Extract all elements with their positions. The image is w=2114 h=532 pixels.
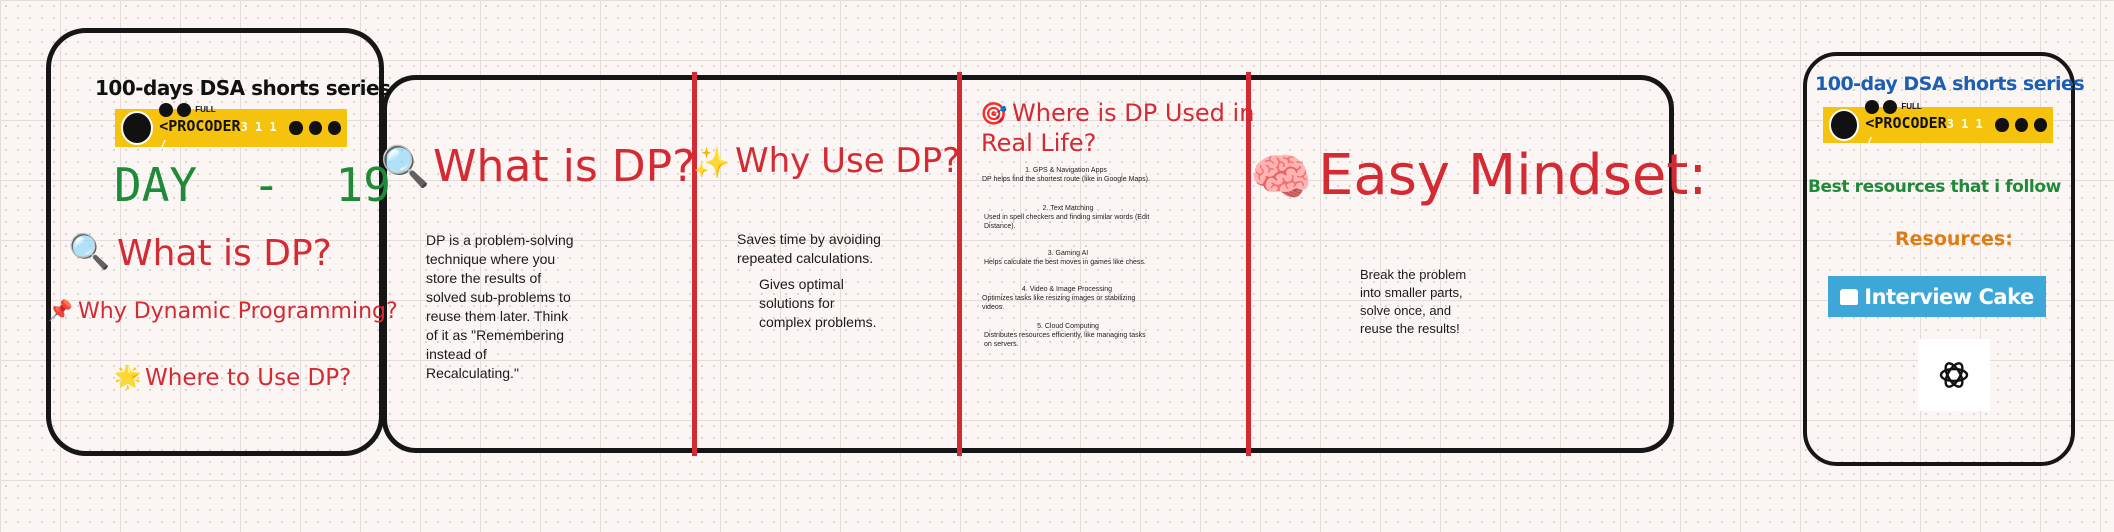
left-why-dp: Why Dynamic Programming? [78,299,398,324]
github-icon [1995,118,2009,132]
procoder-banner: FULL <PROCODER3 1 1 / [1823,99,2053,149]
youtube-icon [159,102,174,117]
banner-subtitle: FULL [195,104,216,114]
body-line: reuse them later. Think [426,308,569,324]
body-line: store the results of [426,270,542,286]
body-line: of it as "Remembering [426,327,565,343]
real-life-item-3: 3. Gaming AI Helps calculate the best mo… [984,249,1152,267]
cake-icon [1840,288,1859,305]
item-desc: Helps calculate the best moves in games … [984,259,1146,266]
item-desc: DP helps find the shortest route (like i… [982,176,1150,183]
sparkle-icon: 🌟 [114,364,142,389]
telegram-icon [308,121,322,135]
discord-icon [327,121,341,135]
banner-name: <PROCODER [159,116,241,135]
real-life-heading-2: Real Life? [981,129,1097,157]
body-line: DP is a problem-solving [426,232,574,248]
left-what-is-dp: What is DP? [117,233,332,274]
chatgpt-logo-icon [1939,362,1969,388]
left-where-dp: Where to Use DP? [145,365,352,391]
divider-1 [692,72,697,456]
procoder-banner: FULL <PROCODER3 1 1 / [115,102,347,152]
telegram-icon [2014,118,2028,132]
real-life-item-4: 4. Video & Image Processing Optimizes ta… [982,285,1152,312]
body-line: instead of [426,346,487,362]
item-desc: Used in spell checkers and finding simil… [984,214,1150,230]
mindset-heading: Easy Mindset: [1318,143,1708,208]
item-title: 1. GPS & Navigation Apps [1025,167,1107,174]
body-line: Break the problem [1360,267,1467,282]
mindset-body: Break the problem into smaller parts, so… [1360,266,1466,338]
interview-cake-link[interactable]: Interview Cake [1828,276,2046,317]
discord-icon [2033,118,2047,132]
body-line: solutions for [759,295,835,311]
item-desc: Optimizes tasks like resizing images or … [982,295,1136,311]
what-is-dp-heading: What is DP? [433,141,696,192]
item-title: 2. Text Matching [1042,205,1094,212]
body-line: Recalculating." [426,365,519,381]
chatgpt-link[interactable] [1918,339,1990,411]
divider-3 [1246,72,1251,456]
resources-label: Resources: [1895,228,2013,250]
item-title: 4. Video & Image Processing [1021,286,1113,293]
interview-cake-label: Interview Cake [1864,284,2034,309]
github-icon [289,121,303,135]
item-desc: Distributes resources efficiently, like … [984,332,1146,348]
body-line: Gives optimal [759,276,844,292]
day-label: DAY - 19 [114,158,391,212]
body-line: solve once, and [1360,303,1452,318]
instagram-icon [177,102,192,117]
magnifier-icon: 🔍 [380,145,430,189]
instagram-icon [1883,99,1898,114]
divider-2 [957,72,962,456]
item-title: 5. Cloud Computing [1037,323,1099,330]
series-title: 100-days DSA shorts series [95,76,391,100]
real-life-item-2: 2. Text Matching Used in spell checkers … [984,204,1152,231]
why-use-dp-point-1: Saves time by avoiding repeated calculat… [737,230,881,268]
real-life-item-5: 5. Cloud Computing Distributes resources… [984,322,1152,349]
body-line: technique where you [426,251,556,267]
sparkles-icon: ✨ [693,147,731,180]
what-is-dp-body: DP is a problem-solving technique where … [426,231,574,383]
body-line: reuse the results! [1360,321,1460,336]
banner-name: <PROCODER [1865,113,1947,132]
body-line: solved sub-problems to [426,289,571,305]
right-series-title: 100-day DSA shorts series [1815,73,2085,95]
magnifier-icon: 🔍 [68,233,111,271]
why-use-dp-point-2: Gives optimal solutions for complex prob… [759,275,877,332]
best-resources-label: Best resources that i follow [1808,177,2061,197]
procoder-logo-icon [1829,109,1860,141]
real-life-heading-1: Where is DP Used in [1012,99,1255,127]
real-life-item-1: 1. GPS & Navigation Apps DP helps find t… [982,166,1150,184]
youtube-icon [1865,99,1880,114]
body-line: repeated calculations. [737,250,874,266]
pushpin-icon: 📌 [48,300,73,322]
body-line: into smaller parts, [1360,285,1463,300]
why-use-dp-heading: Why Use DP? [735,141,961,181]
target-icon: 🎯 [980,101,1008,126]
body-line: complex problems. [759,314,877,330]
banner-subtitle: FULL [1901,101,1922,111]
item-title: 3. Gaming AI [1047,250,1089,257]
body-line: Saves time by avoiding [737,231,881,247]
brain-icon: 🧠 [1250,149,1313,205]
procoder-logo-icon [121,111,154,145]
